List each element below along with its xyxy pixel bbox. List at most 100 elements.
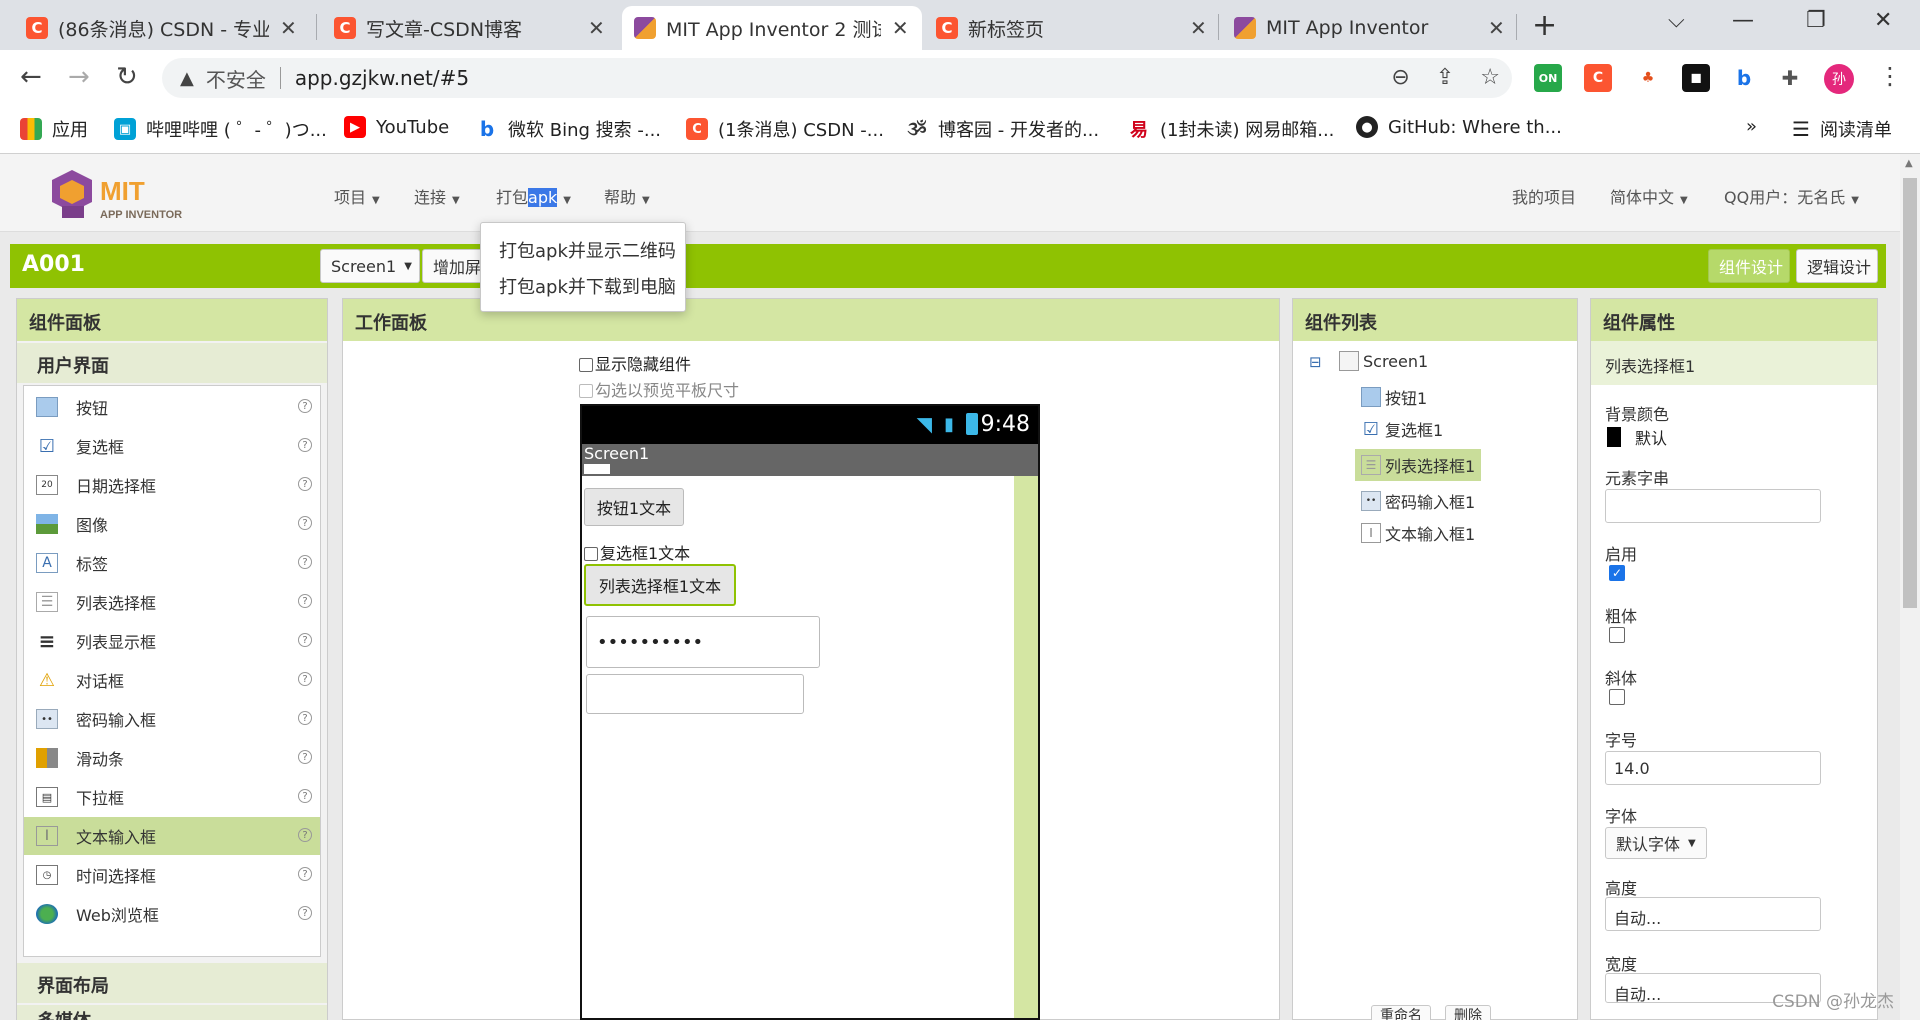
tab-close-icon[interactable]: ✕ (587, 16, 606, 40)
tab-close-icon[interactable]: ✕ (279, 16, 298, 40)
new-tab-icon[interactable]: + (1532, 8, 1557, 43)
close-window-icon[interactable]: ✕ (1874, 8, 1892, 33)
help-icon[interactable]: ? (298, 750, 312, 764)
designer-button[interactable]: 组件设计 (1708, 249, 1790, 283)
tree-collapse-icon[interactable]: ⊟ (1309, 353, 1322, 371)
mit-app-inventor-logo[interactable]: MIT APP INVENTOR (44, 166, 214, 224)
tree-node-textbox1[interactable]: I 文本输入框1 (1361, 521, 1475, 545)
phone-button1[interactable]: 按钮1文本 (584, 488, 684, 526)
phone-checkbox1[interactable]: 复选框1文本 (584, 540, 690, 564)
tree-node-checkbox1[interactable]: ☑ 复选框1 (1361, 417, 1443, 441)
help-icon[interactable]: ? (298, 828, 312, 842)
help-icon[interactable]: ? (298, 594, 312, 608)
prop-font-select[interactable]: 默认字体 ▼ (1605, 827, 1707, 859)
palette-item-button[interactable]: 按钮? (24, 388, 320, 426)
prop-italic-checkbox[interactable] (1609, 689, 1625, 705)
url-text[interactable]: app.gzjkw.net/#5 (295, 66, 469, 90)
phone-checkbox1-box[interactable] (584, 547, 598, 561)
phone-password1[interactable]: •••••••••• (586, 616, 820, 668)
bookmark-cnblogs[interactable]: ૐ 博客园 - 开发者的... (906, 116, 1099, 142)
tab-close-icon[interactable]: ✕ (1189, 16, 1208, 40)
palette-item-listpicker[interactable]: ☰ 列表选择框? (24, 583, 320, 621)
help-icon[interactable]: ? (298, 633, 312, 647)
palette-item-timepicker[interactable]: ◷ 时间选择框? (24, 856, 320, 894)
menu-project[interactable]: 项目 ▼ (334, 184, 380, 208)
palette-item-password[interactable]: •• 密码输入框? (24, 700, 320, 738)
bing-extension-icon[interactable]: b (1730, 64, 1758, 92)
extension-icon[interactable]: ◼ (1682, 64, 1710, 92)
palette-section-media[interactable]: 多媒体 (17, 1005, 327, 1020)
tab-search-icon[interactable]: ⌵ (1668, 8, 1685, 33)
menu-help[interactable]: 帮助 ▼ (604, 184, 650, 208)
tab-csdn-messages[interactable]: C (86条消息) CSDN - 专业开 ✕ (14, 6, 310, 50)
help-icon[interactable]: ? (298, 555, 312, 569)
reload-icon[interactable]: ↻ (116, 62, 138, 92)
tab-close-icon[interactable]: ✕ (891, 16, 911, 40)
help-icon[interactable]: ? (298, 516, 312, 530)
tablet-preview-toggle[interactable]: 勾选以预览平板尺寸 (579, 377, 739, 401)
tab-mit-test[interactable]: MIT App Inventor 2 测试 ✕ (622, 6, 922, 50)
csdn-extension-icon[interactable]: C (1584, 64, 1612, 92)
add-screen-button[interactable]: 增加屏幕 (422, 249, 488, 283)
bookmark-bing[interactable]: b 微软 Bing 搜索 -... (476, 116, 661, 142)
menu-connect[interactable]: 连接 ▼ (414, 184, 460, 208)
profile-avatar[interactable]: 孙 (1824, 64, 1854, 94)
bookmark-bilibili[interactable]: ▣ 哔哩哔哩 ( ゜- ゜)つ... (114, 116, 327, 142)
scroll-up-icon[interactable]: ▲ (1905, 158, 1913, 169)
blocks-button[interactable]: 逻辑设计 (1796, 249, 1878, 283)
minimize-icon[interactable]: — (1732, 8, 1754, 33)
build-apk-download-item[interactable]: 打包apk并下载到电脑 (499, 273, 676, 299)
help-icon[interactable]: ? (298, 438, 312, 452)
palette-section-ui[interactable]: 用户界面 (17, 343, 327, 383)
address-bar[interactable]: ▲ 不安全 app.gzjkw.net/#5 ⊖ ⇪ ☆ (162, 58, 1512, 98)
extension-icon[interactable]: ♣ (1634, 64, 1662, 92)
more-bookmarks-icon[interactable]: » (1746, 116, 1757, 137)
help-icon[interactable]: ? (298, 906, 312, 920)
help-icon[interactable]: ? (298, 672, 312, 686)
delete-button[interactable]: 删除 (1445, 1005, 1491, 1020)
palette-item-listview[interactable]: ≡ 列表显示框? (24, 622, 320, 660)
tree-node-listpicker1[interactable]: ☰ 列表选择框1 (1355, 449, 1482, 481)
screen-select[interactable]: Screen1 ▼ (320, 249, 420, 283)
help-icon[interactable]: ? (298, 867, 312, 881)
tree-node-screen1[interactable]: Screen1 (1339, 351, 1428, 371)
tree-node-button1[interactable]: 按钮1 (1361, 385, 1427, 409)
palette-item-checkbox[interactable]: ☑ 复选框? (24, 427, 320, 465)
menu-icon[interactable]: ⋮ (1878, 62, 1902, 90)
help-icon[interactable]: ? (298, 711, 312, 725)
prop-elements-input[interactable] (1605, 489, 1821, 523)
palette-item-notifier[interactable]: ⚠ 对话框? (24, 661, 320, 699)
help-icon[interactable]: ? (298, 477, 312, 491)
reading-list[interactable]: ☰ 阅读清单 (1792, 116, 1892, 142)
palette-item-textbox[interactable]: I 文本输入框? (24, 817, 320, 855)
palette-item-label[interactable]: A 标签? (24, 544, 320, 582)
restore-icon[interactable]: ❐ (1806, 8, 1826, 33)
palette-item-image[interactable]: 图像? (24, 505, 320, 543)
prop-height-input[interactable]: 自动... (1605, 897, 1821, 931)
bookmark-github[interactable]: ● GitHub: Where th... (1356, 116, 1562, 138)
zoom-icon[interactable]: ⊖ (1391, 65, 1409, 90)
bookmark-csdn[interactable]: C (1条消息) CSDN -... (686, 116, 884, 142)
show-hidden-toggle[interactable]: 显示隐藏组件 (579, 351, 691, 375)
user-menu[interactable]: QQ用户：无名氏 ▼ (1724, 184, 1859, 208)
tablet-preview-checkbox[interactable] (579, 384, 593, 398)
language-menu[interactable]: 简体中文 ▼ (1610, 184, 1688, 208)
show-hidden-checkbox[interactable] (579, 358, 593, 372)
tree-node-password1[interactable]: •• 密码输入框1 (1361, 489, 1475, 513)
tab-mit[interactable]: MIT App Inventor ✕ (1222, 6, 1518, 50)
bookmark-youtube[interactable]: ▶ YouTube (344, 116, 449, 138)
palette-item-spinner[interactable]: ▤ 下拉框? (24, 778, 320, 816)
prop-bold-checkbox[interactable] (1609, 627, 1625, 643)
forward-icon[interactable]: → (68, 62, 90, 92)
share-icon[interactable]: ⇪ (1436, 65, 1454, 90)
prop-enabled-checkbox[interactable]: ✓ (1609, 565, 1625, 581)
bookmark-163mail[interactable]: 易 (1封未读) 网易邮箱... (1128, 116, 1334, 142)
rename-button[interactable]: 重命名 (1371, 1005, 1431, 1020)
help-icon[interactable]: ? (298, 399, 312, 413)
tab-csdn-write[interactable]: C 写文章-CSDN博客 ✕ (322, 6, 618, 50)
extension-on-icon[interactable]: ON (1534, 64, 1562, 92)
menu-build[interactable]: 打包apk ▼ (496, 184, 571, 208)
palette-item-datepicker[interactable]: 20 日期选择框? (24, 466, 320, 504)
puzzle-icon[interactable]: ✚ (1776, 64, 1804, 92)
palette-item-webviewer[interactable]: Web浏览框? (24, 895, 320, 933)
